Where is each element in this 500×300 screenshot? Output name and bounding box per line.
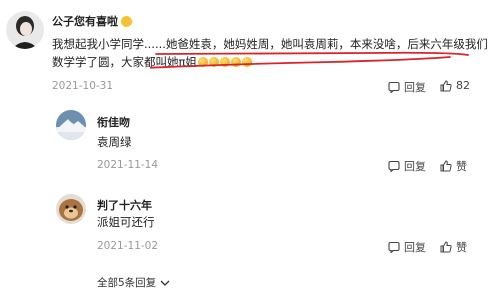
post-author-name[interactable]: 公子您有喜啦 bbox=[52, 13, 132, 29]
red-underline-annotation bbox=[150, 51, 469, 69]
show-all-label: 全部5条回复 bbox=[97, 277, 157, 289]
reply-author-name[interactable]: 判了十六年 bbox=[97, 197, 152, 213]
reply-reply-button[interactable]: 回复 bbox=[388, 239, 426, 255]
post-like-button[interactable]: 82 bbox=[440, 79, 470, 92]
reply-avatar[interactable] bbox=[56, 194, 86, 224]
reply-icon bbox=[388, 160, 400, 172]
reply-label: 回复 bbox=[404, 241, 426, 254]
post-author-label: 公子您有喜啦 bbox=[52, 15, 118, 28]
reply-avatar[interactable] bbox=[56, 110, 86, 140]
thumbs-up-icon bbox=[440, 160, 452, 172]
post-reply-button[interactable]: 回复 bbox=[388, 79, 426, 95]
reply-reply-button[interactable]: 回复 bbox=[388, 158, 426, 174]
show-all-replies-button[interactable]: 全部5条回复 bbox=[97, 275, 170, 290]
like-label: 赞 bbox=[456, 160, 467, 173]
reply-label: 回复 bbox=[404, 81, 426, 94]
reply-text: 派姐可还行 bbox=[97, 215, 155, 229]
reply-date: 2021-11-14 bbox=[97, 159, 159, 171]
post-date: 2021-10-31 bbox=[52, 80, 114, 92]
reply-icon bbox=[388, 241, 400, 253]
reply-text: 袁周绿 bbox=[97, 135, 132, 149]
reply-author-name[interactable]: 衔佳吻 bbox=[97, 114, 130, 130]
reply-like-button[interactable]: 赞 bbox=[440, 239, 467, 255]
thumbs-up-icon bbox=[440, 241, 452, 253]
like-label: 赞 bbox=[456, 241, 467, 254]
reply-icon bbox=[388, 81, 400, 93]
reply-like-button[interactable]: 赞 bbox=[440, 158, 467, 174]
vip-badge-icon bbox=[121, 15, 132, 27]
like-count: 82 bbox=[456, 79, 470, 92]
thumbs-up-icon bbox=[440, 79, 452, 91]
author-avatar[interactable] bbox=[6, 11, 44, 49]
chevron-down-icon bbox=[160, 280, 170, 286]
reply-date: 2021-11-02 bbox=[97, 240, 159, 252]
reply-label: 回复 bbox=[404, 160, 426, 173]
